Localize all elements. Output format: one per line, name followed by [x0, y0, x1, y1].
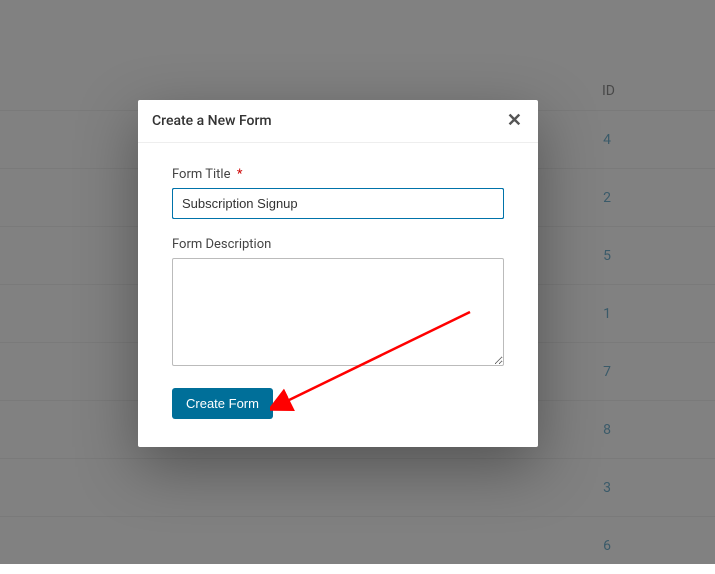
modal-header: Create a New Form ✕ [138, 100, 538, 143]
create-form-button[interactable]: Create Form [172, 388, 273, 419]
close-icon[interactable]: ✕ [505, 110, 524, 132]
form-title-input[interactable] [172, 188, 504, 219]
form-description-label: Form Description [172, 237, 504, 252]
modal-title: Create a New Form [152, 113, 272, 129]
required-mark: * [237, 167, 243, 182]
form-description-textarea[interactable] [172, 258, 504, 366]
form-title-label: Form Title * [172, 167, 504, 182]
form-title-label-text: Form Title [172, 167, 230, 182]
modal-body: Form Title * Form Description Create For… [138, 143, 538, 447]
create-form-modal: Create a New Form ✕ Form Title * Form De… [138, 100, 538, 447]
